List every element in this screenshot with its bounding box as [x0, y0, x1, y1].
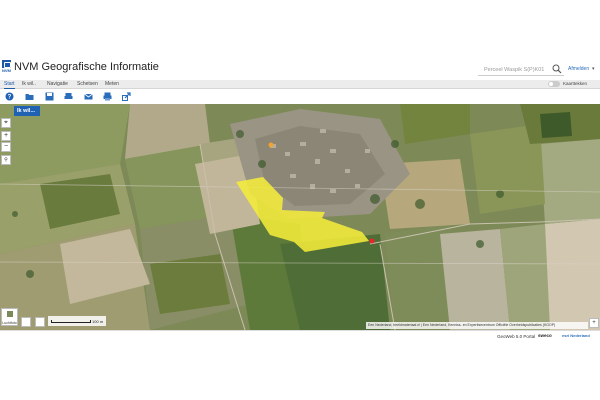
aerial-image: [0, 104, 600, 330]
zoom-out-button[interactable]: −: [1, 142, 11, 152]
logo-text: NVM: [2, 68, 11, 73]
ik-wil-button[interactable]: Ik wil...: [14, 106, 40, 116]
search-icon[interactable]: [552, 64, 562, 74]
svg-text:?: ?: [8, 95, 12, 101]
basemap-label: Luchtfoto: [2, 321, 17, 325]
tab-meten[interactable]: Meten: [105, 81, 119, 87]
layers-icon[interactable]: [35, 317, 45, 327]
toggle-label: Kaarttekken: [563, 81, 588, 86]
tab-start[interactable]: Start: [4, 81, 15, 89]
esri-logo: esri Nederland: [562, 333, 590, 338]
open-folder-icon[interactable]: [25, 92, 34, 101]
grid-icon[interactable]: [21, 317, 31, 327]
sweco-logo: sweco: [538, 333, 552, 338]
location-marker: [369, 238, 375, 244]
print2-icon[interactable]: [103, 92, 112, 101]
bike-icon[interactable]: ⚲: [1, 155, 11, 165]
nvm-logo: NVM: [2, 60, 11, 74]
zoom-in-button[interactable]: +: [1, 131, 11, 141]
share-icon[interactable]: [122, 92, 131, 101]
kaarttekken-toggle[interactable]: [548, 81, 560, 87]
signout-link[interactable]: Afmelden: [568, 66, 589, 72]
scale-bar: 100 m: [48, 316, 106, 326]
map-view[interactable]: [0, 104, 600, 330]
print-icon[interactable]: [64, 92, 73, 101]
scale-label: 100 m: [92, 319, 104, 324]
tab-ik-wil[interactable]: Ik wil..: [22, 81, 36, 87]
portal-version: GeoWeb 5.0 Portal: [497, 334, 536, 339]
email-icon[interactable]: [84, 92, 93, 101]
locate-icon[interactable]: ⌖: [1, 118, 11, 128]
tab-navigatie[interactable]: Navigatie: [47, 81, 68, 87]
save-icon[interactable]: [45, 92, 54, 101]
chevron-down-icon[interactable]: ▾: [592, 66, 595, 72]
tab-schetsen[interactable]: Schetsen: [77, 81, 98, 87]
basemap-switcher[interactable]: Luchtfoto: [1, 308, 18, 326]
expand-icon[interactable]: +: [589, 318, 599, 328]
map-attribution: Een Nederland, beeldmateriaal.nl | Een N…: [366, 322, 588, 329]
help-icon[interactable]: ?: [5, 92, 14, 101]
app-title: NVM Geografische Informatie: [14, 61, 159, 73]
